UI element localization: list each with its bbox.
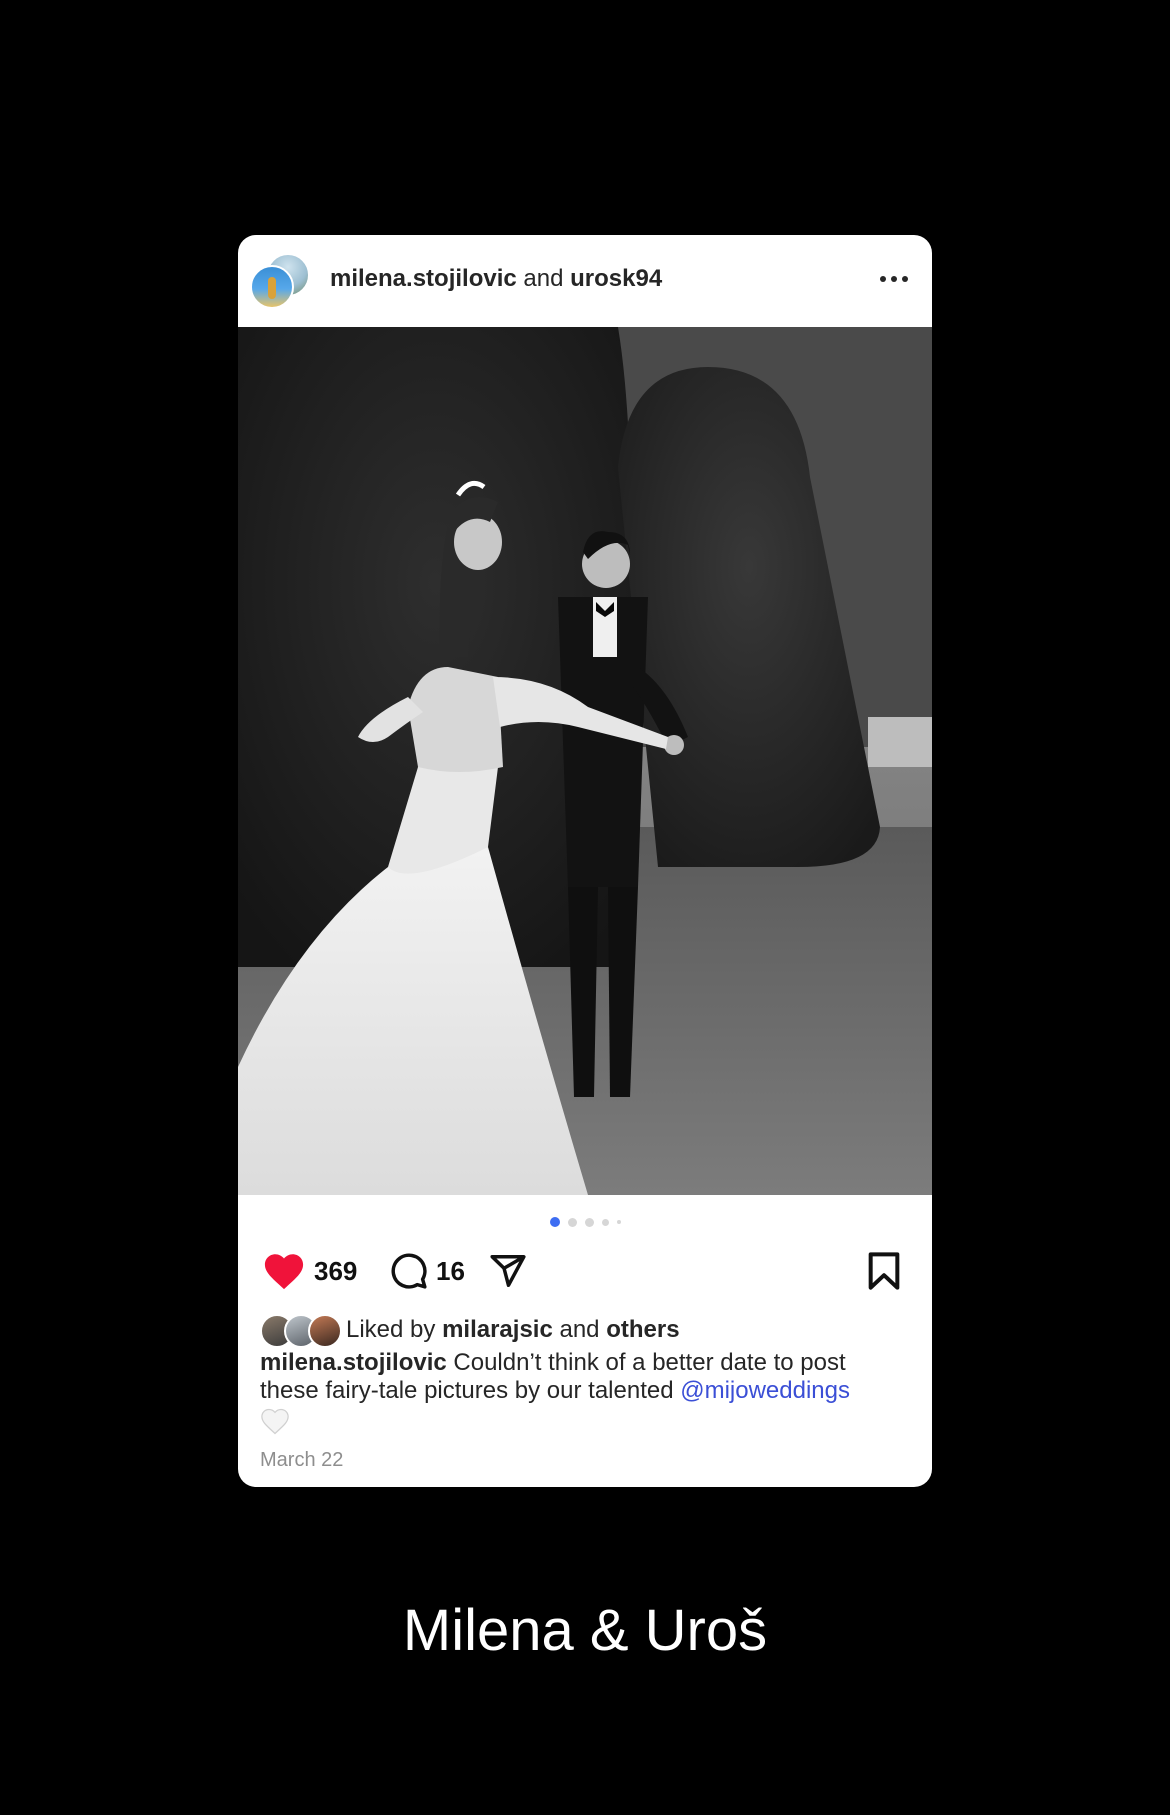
bookmark-icon xyxy=(868,1252,900,1290)
share-button[interactable] xyxy=(488,1249,528,1293)
liked-by-row[interactable]: Liked by milarajsic and others xyxy=(260,1313,680,1348)
instagram-post-card: milena.stojilovic and urosk94 369 16 Lik… xyxy=(238,235,932,1487)
send-icon xyxy=(490,1255,526,1287)
author-link-urosk94[interactable]: urosk94 xyxy=(570,265,662,292)
heart-filled-icon xyxy=(264,1254,304,1290)
more-horizontal-icon xyxy=(880,276,908,282)
likes-count[interactable]: 369 xyxy=(314,1256,357,1287)
save-button[interactable] xyxy=(866,1249,902,1293)
liked-by-text: Liked by milarajsic and others xyxy=(346,1316,680,1343)
comment-bubble-icon xyxy=(391,1253,427,1289)
action-bar: 369 16 xyxy=(262,1249,908,1293)
author-link-milena[interactable]: milena.stojilovic xyxy=(330,265,517,292)
comments-count[interactable]: 16 xyxy=(436,1256,465,1287)
post-photo[interactable] xyxy=(238,327,932,1195)
comment-button[interactable]: 16 xyxy=(390,1249,465,1293)
white-heart-icon xyxy=(261,1408,289,1435)
carousel-dot[interactable] xyxy=(601,1218,609,1226)
authors-joiner: and xyxy=(523,265,564,292)
carousel-dot[interactable] xyxy=(567,1217,577,1227)
more-options-button[interactable] xyxy=(876,263,912,295)
couple-title: Milena & Uroš xyxy=(402,1598,768,1663)
liked-others-link[interactable]: others xyxy=(606,1316,679,1343)
liker-username[interactable]: milarajsic xyxy=(442,1316,553,1343)
collab-avatars[interactable] xyxy=(250,253,310,313)
carousel-dot-active[interactable] xyxy=(549,1217,560,1227)
caption-mention[interactable]: @mijoweddings xyxy=(680,1377,850,1404)
wedding-photo-illustration xyxy=(238,327,932,1195)
caption-username[interactable]: milena.stojilovic xyxy=(260,1349,447,1376)
carousel-dot[interactable] xyxy=(616,1220,621,1224)
post-header: milena.stojilovic and urosk94 xyxy=(238,235,932,327)
avatar-milena[interactable] xyxy=(250,265,294,309)
liker-avatar[interactable] xyxy=(308,1314,342,1348)
post-authors: milena.stojilovic and urosk94 xyxy=(330,265,662,293)
post-caption: milena.stojilovic Couldn’t think of a be… xyxy=(260,1349,910,1435)
like-button[interactable]: 369 xyxy=(262,1249,357,1293)
post-date: March 22 xyxy=(260,1449,344,1471)
liker-avatars[interactable] xyxy=(260,1314,344,1348)
carousel-indicator[interactable] xyxy=(238,1217,932,1227)
carousel-dot[interactable] xyxy=(584,1217,594,1227)
